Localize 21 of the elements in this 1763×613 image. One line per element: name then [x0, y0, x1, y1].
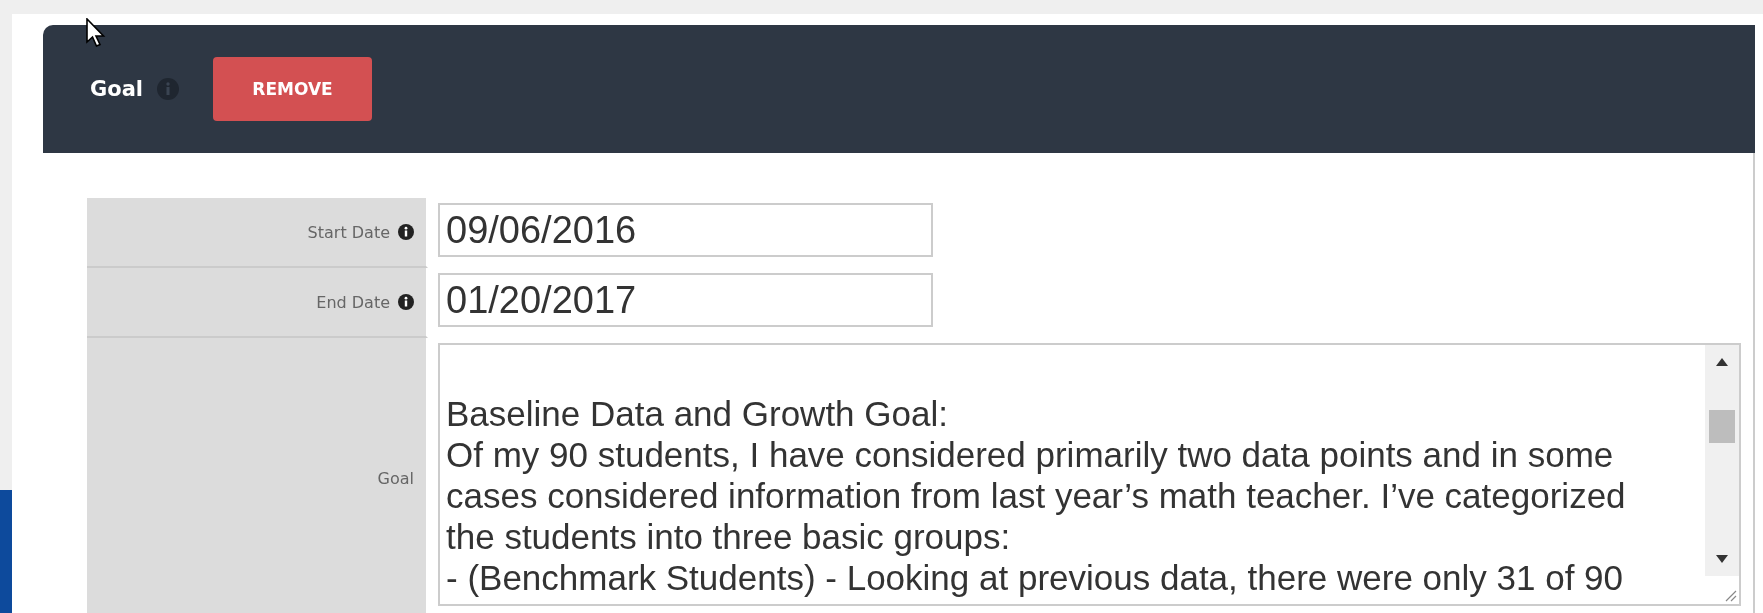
goal-textarea[interactable] — [438, 343, 1741, 606]
text-line: cases considered information from last year’s math teacher. I’ve categorized — [446, 475, 1626, 516]
text-line: the students into three basic groups: — [446, 516, 1012, 557]
info-icon[interactable] — [398, 224, 414, 240]
section-title: Goal — [90, 77, 144, 101]
resize-grip-icon[interactable] — [1723, 588, 1737, 602]
field-label: Start Date — [307, 222, 390, 242]
scroll-up-icon[interactable] — [1716, 358, 1728, 366]
mouse-pointer-icon — [86, 18, 106, 48]
text-line: - (Benchmark Students) - Looking at previous data, there were only 31 of 90 — [446, 557, 1625, 598]
scroll-down-icon[interactable] — [1716, 555, 1728, 563]
info-icon[interactable] — [398, 294, 414, 310]
date-input[interactable]: 01/20/2017 — [438, 273, 933, 327]
remove-button[interactable]: REMOVE — [213, 57, 373, 121]
field-label: End Date — [316, 292, 390, 312]
text-line: Baseline Data and Growth Goal: — [446, 393, 949, 434]
scroll-thumb[interactable] — [1709, 410, 1735, 443]
text-line: Of my 90 students, I have considered primarily two data points and in some — [446, 434, 1615, 475]
scrollbar[interactable] — [1705, 345, 1739, 576]
field-label: Goal — [377, 468, 414, 488]
date-input[interactable]: 09/06/2016 — [438, 203, 933, 257]
